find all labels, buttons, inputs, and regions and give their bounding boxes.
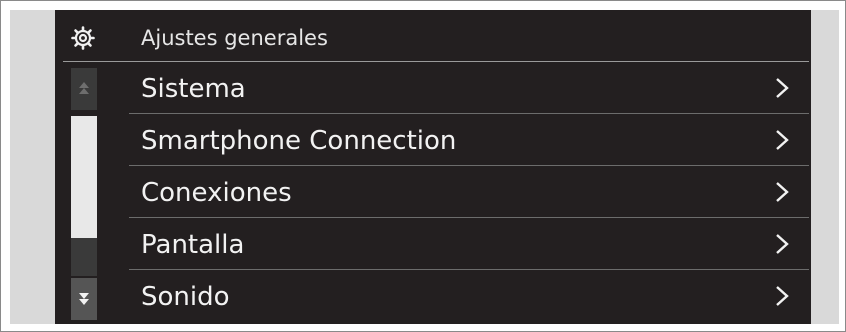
menu-item-label: Sonido — [141, 282, 230, 312]
header-bar: Ajustes generales — [55, 10, 811, 61]
left-bezel — [10, 10, 55, 324]
scroll-up-icon — [79, 82, 89, 94]
chevron-right-icon — [776, 286, 789, 306]
menu-item-label: Smartphone Connection — [141, 126, 457, 156]
scroll-thumb[interactable] — [71, 116, 97, 238]
scroll-up-button[interactable] — [71, 68, 97, 110]
menu-item-label: Pantalla — [141, 230, 245, 260]
menu-item-conexiones[interactable]: Conexiones — [129, 166, 809, 218]
scrollbar[interactable] — [71, 68, 97, 320]
menu-item-smartphone-connection[interactable]: Smartphone Connection — [129, 114, 809, 166]
scroll-down-button[interactable] — [71, 278, 97, 320]
menu-item-label: Conexiones — [141, 178, 292, 208]
chevron-right-icon — [776, 182, 789, 202]
menu-item-label: Sistema — [141, 74, 246, 104]
scroll-down-icon — [79, 293, 89, 305]
menu-item-pantalla[interactable]: Pantalla — [129, 218, 809, 270]
page-title: Ajustes generales — [141, 26, 328, 50]
chevron-right-icon — [776, 78, 789, 98]
right-bezel — [811, 10, 839, 324]
menu-item-sonido[interactable]: Sonido — [129, 270, 809, 322]
settings-screen: Ajustes generales Sistema Smartphone Con… — [55, 10, 811, 324]
menu-item-sistema[interactable]: Sistema — [129, 62, 809, 114]
page-frame: Ajustes generales Sistema Smartphone Con… — [0, 0, 846, 332]
chevron-right-icon — [776, 234, 789, 254]
scroll-track[interactable] — [71, 238, 97, 276]
gear-icon — [71, 26, 95, 50]
chevron-right-icon — [776, 130, 789, 150]
